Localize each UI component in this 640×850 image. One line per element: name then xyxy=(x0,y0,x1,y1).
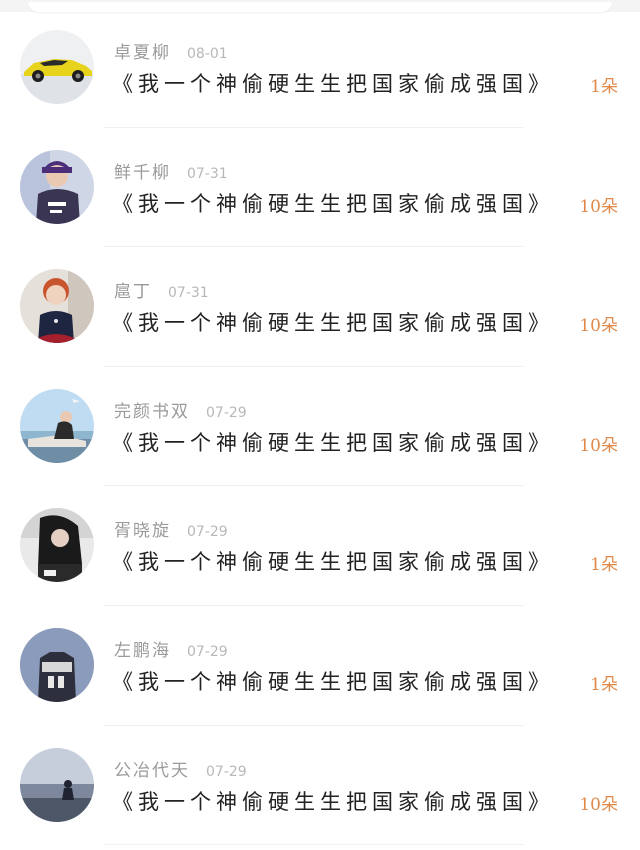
comment-date: 07-31 xyxy=(187,165,228,182)
comment-meta: 卓夏柳 08-01 xyxy=(114,38,228,63)
jersey-07-avatar[interactable] xyxy=(20,627,94,702)
comment-meta: 鲜千柳 07-31 xyxy=(114,158,228,183)
flower-count: 10朵 xyxy=(579,794,618,815)
username[interactable]: 完颜书双 xyxy=(114,397,190,422)
comment-row[interactable]: 公冶代天 07-29 《我一个神偷硬生生把国家偷成强国》 10朵 xyxy=(0,726,640,846)
comment-list: 卓夏柳 08-01 《我一个神偷硬生生把国家偷成强国》 1朵 鲜千柳 07-31… xyxy=(0,8,640,846)
comment-date: 07-31 xyxy=(168,285,209,302)
comment-meta: 完颜书双 07-29 xyxy=(114,397,247,422)
sports-car-avatar[interactable] xyxy=(20,30,94,104)
comment-date: 07-29 xyxy=(206,763,247,780)
comment-row[interactable]: 胥晓旋 07-29 《我一个神偷硬生生把国家偷成强国》 1朵 xyxy=(0,486,640,606)
comment-text: 《我一个神偷硬生生把国家偷成强国》 xyxy=(112,191,554,216)
comment-date: 07-29 xyxy=(187,524,228,541)
comment-text: 《我一个神偷硬生生把国家偷成强国》 xyxy=(112,72,554,96)
comment-meta: 胥晓旋 07-29 xyxy=(114,516,228,541)
comment-row[interactable]: 左鹏海 07-29 《我一个神偷硬生生把国家偷成强国》 1朵 xyxy=(0,606,640,726)
comment-row[interactable]: 卓夏柳 08-01 《我一个神偷硬生生把国家偷成强国》 1朵 xyxy=(0,8,640,128)
flower-count: 1朵 xyxy=(590,555,618,576)
girl-portrait-avatar[interactable] xyxy=(20,269,94,344)
username[interactable]: 卓夏柳 xyxy=(114,38,171,63)
flower-count: 10朵 xyxy=(579,196,618,217)
comment-row[interactable]: 扈丁 07-31 《我一个神偷硬生生把国家偷成强国》 10朵 xyxy=(0,247,640,367)
silhouette-dusk-avatar[interactable] xyxy=(20,747,94,822)
flower-count: 10朵 xyxy=(579,316,618,337)
comment-meta: 左鹏海 07-29 xyxy=(114,636,228,661)
flower-count: 1朵 xyxy=(590,674,618,695)
comment-meta: 扈丁 07-31 xyxy=(114,277,209,302)
woman-dark-avatar[interactable] xyxy=(20,508,94,583)
comment-text: 《我一个神偷硬生生把国家偷成强国》 xyxy=(112,311,554,336)
comment-text: 《我一个神偷硬生生把国家偷成强国》 xyxy=(112,789,554,814)
username[interactable]: 鲜千柳 xyxy=(114,158,171,183)
flower-count: 10朵 xyxy=(579,435,618,456)
flower-count: 1朵 xyxy=(590,77,618,97)
username[interactable]: 胥晓旋 xyxy=(114,516,171,541)
username[interactable]: 扈丁 xyxy=(114,277,152,302)
comment-row[interactable]: 鲜千柳 07-31 《我一个神偷硬生生把国家偷成强国》 10朵 xyxy=(0,128,640,248)
comment-text: 《我一个神偷硬生生把国家偷成强国》 xyxy=(112,550,554,575)
comment-text: 《我一个神偷硬生生把国家偷成强国》 xyxy=(112,430,554,455)
comment-text: 《我一个神偷硬生生把国家偷成强国》 xyxy=(112,669,554,694)
username[interactable]: 左鹏海 xyxy=(114,636,171,661)
comment-row[interactable]: 完颜书双 07-29 《我一个神偷硬生生把国家偷成强国》 10朵 xyxy=(0,367,640,487)
username[interactable]: 公冶代天 xyxy=(114,756,190,781)
comment-date: 07-29 xyxy=(187,643,228,660)
comment-meta: 公冶代天 07-29 xyxy=(114,756,247,781)
comment-date: 07-29 xyxy=(206,404,247,421)
row-divider xyxy=(104,844,524,846)
comment-date: 08-01 xyxy=(187,46,228,62)
boy-in-cap-avatar[interactable] xyxy=(20,149,94,224)
man-by-sea-avatar[interactable] xyxy=(20,388,94,463)
